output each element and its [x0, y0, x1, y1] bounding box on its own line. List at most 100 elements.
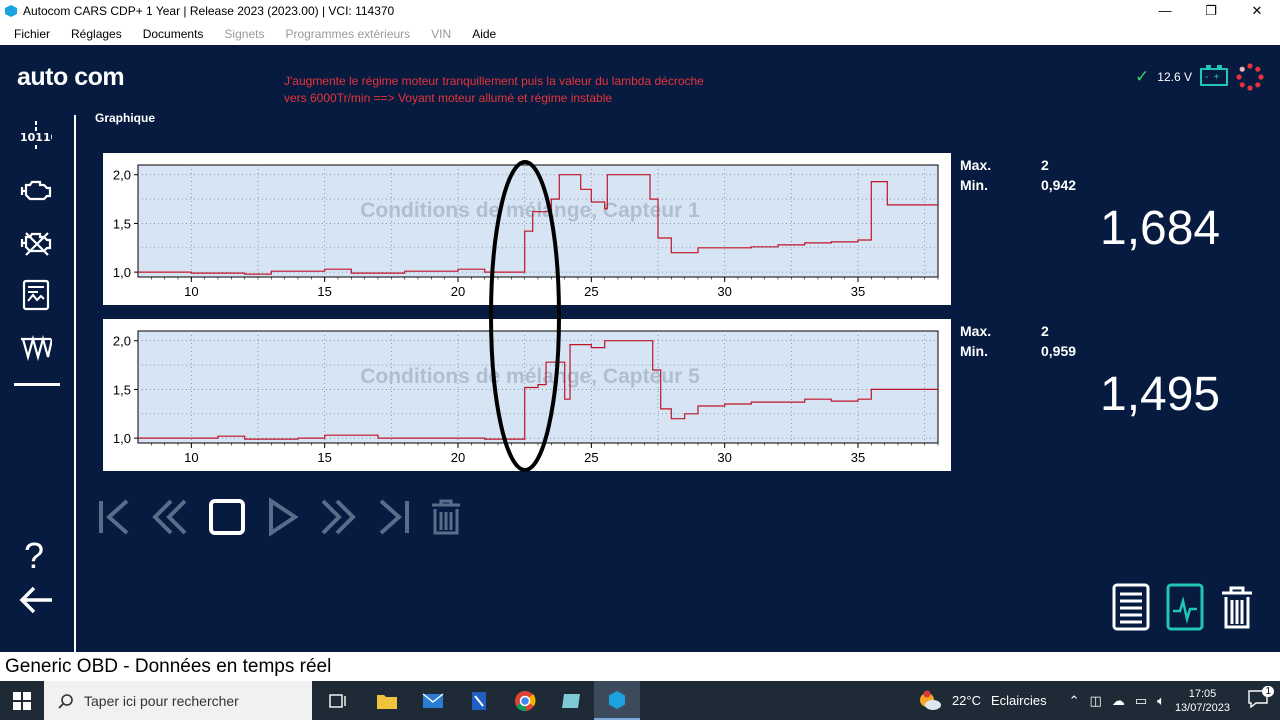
- stop-icon[interactable]: [207, 497, 247, 537]
- weather-text: Eclaircies: [991, 693, 1047, 708]
- annotation-ellipse: [489, 160, 561, 472]
- onedrive-icon[interactable]: ☁: [1112, 693, 1125, 709]
- min-value: 0,959: [1041, 343, 1077, 359]
- menu-item-6[interactable]: Aide: [465, 27, 503, 41]
- battery-voltage: 12.6 V: [1157, 70, 1192, 84]
- menu-item-5: VIN: [431, 26, 452, 41]
- search-icon: [58, 693, 73, 709]
- svg-text:10110: 10110: [20, 131, 52, 144]
- windows-logo-icon: [13, 691, 31, 710]
- start-button[interactable]: [0, 681, 44, 720]
- help-icon[interactable]: ?: [24, 535, 44, 577]
- window-title: Autocom CARS CDP+ 1 Year | Release 2023 …: [23, 4, 395, 18]
- battery-tray-icon[interactable]: ▭: [1135, 693, 1147, 709]
- menu-item-2[interactable]: Documents: [136, 27, 211, 41]
- x-tick-label: 35: [851, 450, 865, 465]
- x-tick-label: 10: [184, 284, 198, 299]
- section-title: Graphique: [95, 111, 156, 125]
- y-tick-label: 1,0: [113, 265, 131, 280]
- y-tick-label: 1,5: [113, 216, 131, 231]
- play-icon[interactable]: [265, 497, 301, 537]
- show-hidden-icons[interactable]: ⌃: [1069, 693, 1080, 709]
- menu-item-0[interactable]: Fichier: [7, 27, 57, 41]
- max-value: 2: [1041, 157, 1049, 173]
- autocom-taskbar-icon[interactable]: [594, 681, 640, 720]
- menu-item-3: Signets: [224, 26, 265, 41]
- app-icon-blue[interactable]: [456, 681, 502, 720]
- delete-icon[interactable]: [1220, 583, 1254, 631]
- skip-start-icon[interactable]: [97, 497, 133, 537]
- annotation-line-1: J'augmente le régime moteur tranquilleme…: [284, 74, 704, 88]
- chart-1-stats: Max. 2 Min. 0,942: [960, 157, 1076, 197]
- app-main: auto com J'augmente le régime moteur tra…: [0, 45, 1280, 652]
- annotation-text: J'augmente le régime moteur tranquilleme…: [284, 73, 704, 107]
- list-view-icon[interactable]: [1112, 583, 1150, 631]
- rewind-icon[interactable]: [151, 497, 189, 537]
- connection-status: ✓ 12.6 V -+: [1135, 63, 1264, 91]
- volume-icon[interactable]: 🔈︎: [1157, 693, 1165, 709]
- meet-now-icon[interactable]: ◫: [1090, 693, 1102, 709]
- windows-taskbar: Taper ici pour rechercher 22°C Eclaircie…: [0, 681, 1280, 720]
- menu-item-4: Programmes extérieurs: [285, 26, 411, 41]
- weather-icon: [919, 690, 941, 710]
- y-tick-label: 2,0: [113, 334, 131, 349]
- min-value: 0,942: [1041, 177, 1077, 193]
- back-arrow-icon[interactable]: [18, 585, 54, 615]
- x-tick-label: 10: [184, 450, 198, 465]
- engine-fault-icon[interactable]: [20, 227, 52, 259]
- chart-2-stats: Max. 2 Min. 0,959: [960, 323, 1076, 363]
- graph-view-icon[interactable]: [1166, 583, 1204, 631]
- notification-icon[interactable]: 1: [1248, 686, 1274, 711]
- taskbar-search[interactable]: Taper ici pour rechercher: [44, 681, 312, 720]
- loading-spinner-icon: [1236, 63, 1264, 91]
- mail-icon[interactable]: [410, 681, 456, 720]
- clock[interactable]: 17:05 13/07/2023: [1175, 687, 1230, 715]
- battery-icon: -+: [1200, 65, 1228, 86]
- playback-controls: [97, 497, 463, 537]
- x-tick-label: 20: [451, 284, 465, 299]
- x-tick-label: 30: [717, 450, 731, 465]
- clock-date: 13/07/2023: [1174, 701, 1230, 714]
- footer-status: Generic OBD - Données en temps réel: [0, 652, 1280, 681]
- y-tick-label: 1,5: [113, 382, 131, 397]
- current-value-sensor-5: 1,495: [1100, 368, 1221, 421]
- autocom-app-icon: [5, 5, 17, 17]
- max-label: Max.: [960, 157, 992, 173]
- skip-end-icon[interactable]: [375, 497, 411, 537]
- current-value-sensor-1: 1,684: [1100, 202, 1221, 255]
- y-tick-label: 1,0: [113, 431, 131, 446]
- system-tray: 22°C Eclaircies ⌃ ◫ ☁ ▭ 🔈︎ 17:05 13/07/2…: [918, 681, 1280, 720]
- notification-count: 1: [1262, 686, 1274, 697]
- title-bar: Autocom CARS CDP+ 1 Year | Release 2023 …: [0, 0, 1280, 22]
- y-tick-label: 2,0: [113, 168, 131, 183]
- autocom-logo: auto com: [17, 63, 125, 91]
- min-label: Min.: [960, 343, 988, 359]
- max-value: 2: [1041, 323, 1049, 339]
- menu-item-1[interactable]: Réglages: [64, 27, 129, 41]
- task-view-icon[interactable]: [312, 681, 364, 720]
- file-explorer-icon[interactable]: [364, 681, 410, 720]
- annotation-line-2: vers 6000Tr/min ==> Voyant moteur allumé…: [284, 91, 613, 105]
- search-placeholder: Taper ici pour rechercher: [84, 692, 239, 709]
- weather-temp: 22°C: [951, 693, 981, 708]
- close-button[interactable]: ✕: [1234, 0, 1280, 22]
- battery-symbols: -+: [1205, 72, 1225, 83]
- x-tick-label: 15: [317, 450, 331, 465]
- maximize-button[interactable]: ❐: [1188, 0, 1234, 22]
- oscilloscope-icon[interactable]: [20, 333, 52, 365]
- binary-data-icon[interactable]: 10110: [20, 119, 52, 151]
- connected-check-icon: ✓: [1135, 67, 1150, 86]
- minimize-button[interactable]: —: [1142, 0, 1188, 22]
- app-icon-cyan[interactable]: [548, 681, 594, 720]
- clock-time: 17:05: [1188, 687, 1217, 700]
- min-label: Min.: [960, 177, 988, 193]
- x-tick-label: 25: [584, 450, 598, 465]
- window-controls: — ❐ ✕: [1142, 0, 1280, 22]
- chrome-icon[interactable]: [502, 681, 548, 720]
- fast-forward-icon[interactable]: [319, 497, 357, 537]
- ecu-icon[interactable]: [20, 279, 52, 311]
- trash-icon[interactable]: [429, 497, 463, 537]
- x-tick-label: 20: [451, 450, 465, 465]
- engine-icon[interactable]: [20, 175, 52, 207]
- max-label: Max.: [960, 323, 992, 339]
